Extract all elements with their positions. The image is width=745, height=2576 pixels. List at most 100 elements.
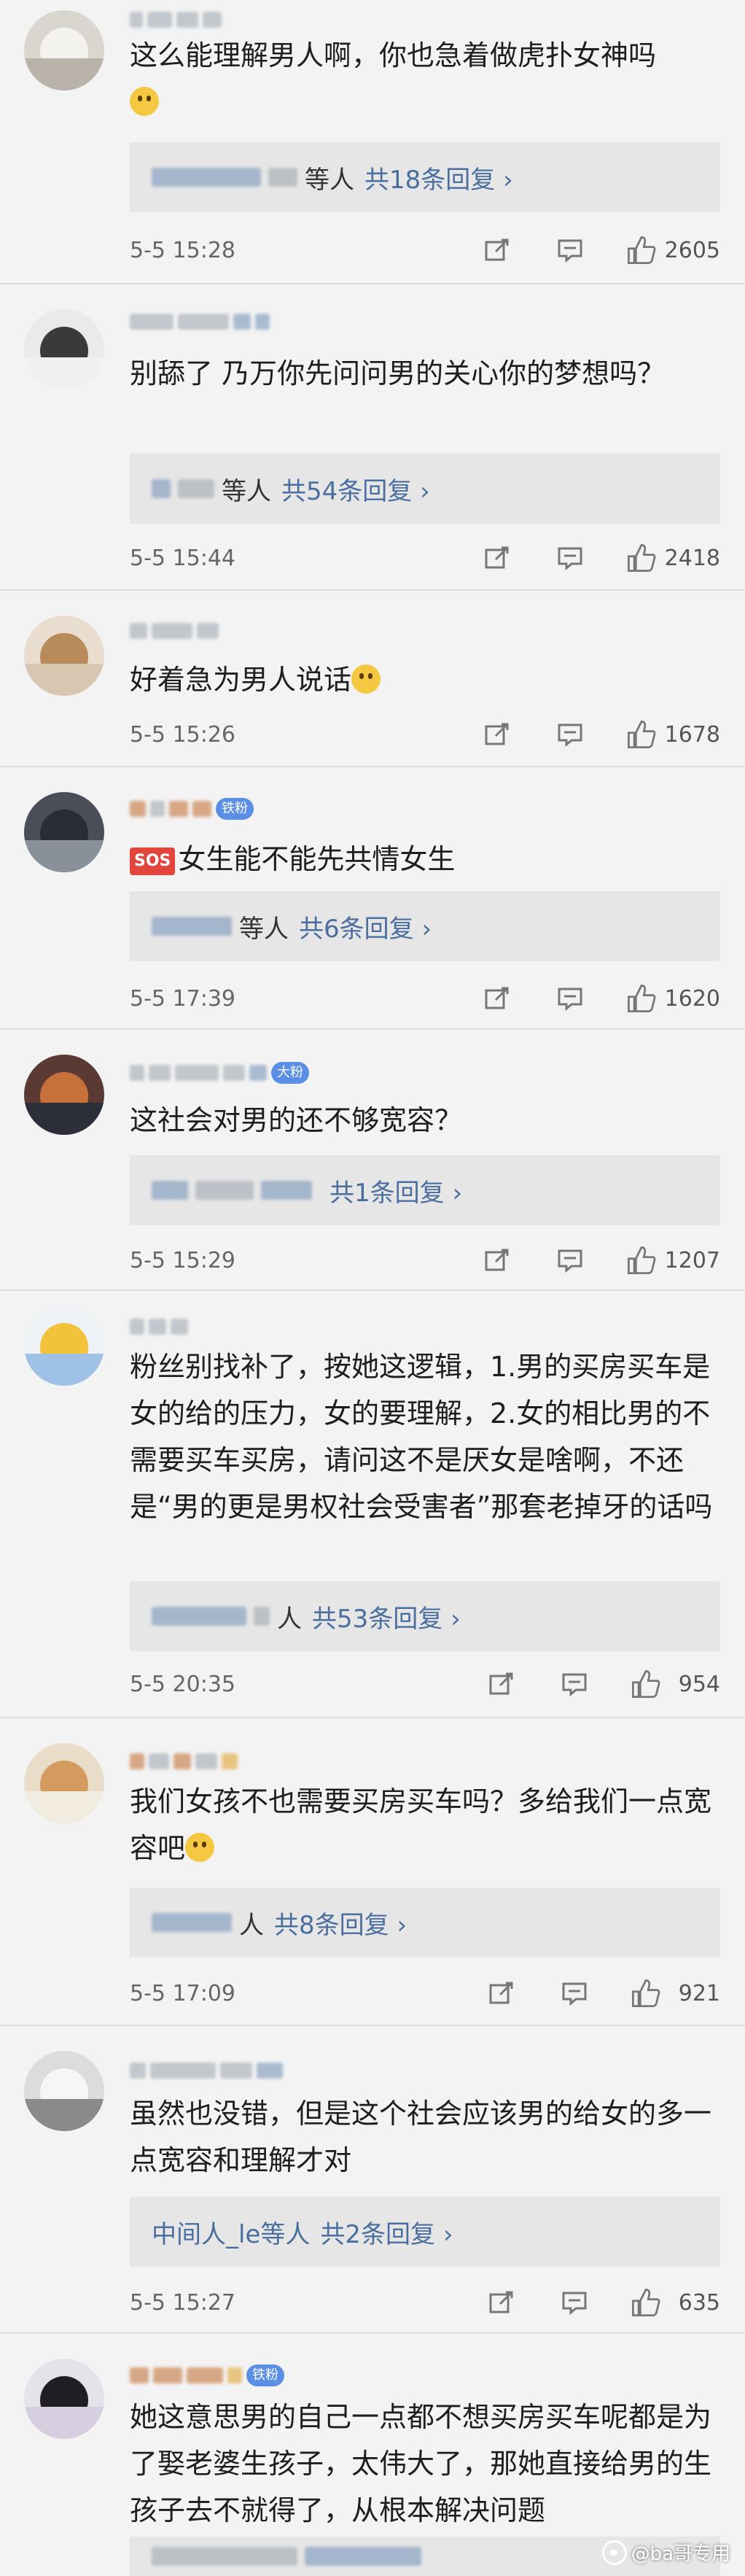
comment-text: 这么能理解男人啊，你也急着做虎扑女神吗 <box>130 32 728 125</box>
thumbs-up-icon <box>632 1979 660 2007</box>
comment-meta: 5-5 15:29 1207 <box>130 1242 720 1279</box>
reply-count-link[interactable]: 共6条回复 <box>299 909 432 944</box>
comment-meta: 5-5 15:26 1678 <box>130 716 720 753</box>
timestamp: 5-5 15:29 <box>130 1247 235 1273</box>
like-button[interactable]: 2605 <box>625 234 720 266</box>
username[interactable] <box>130 621 219 640</box>
comment-meta: 5-5 15:27 635 <box>130 2284 720 2321</box>
comment-text: 我们女孩不也需要买房买车吗？多给我们一点宽容吧 <box>130 1785 712 1864</box>
comment-meta: 5-5 17:09 921 <box>130 1975 720 2011</box>
reply-preview[interactable]: 等人 共54条回复 <box>130 454 720 524</box>
username[interactable] <box>130 1752 238 1771</box>
avatar[interactable] <box>24 1055 104 1135</box>
smile-emoji-icon <box>351 664 381 694</box>
avatar[interactable] <box>24 2359 104 2439</box>
divider <box>0 766 745 767</box>
repost-icon[interactable] <box>484 2285 519 2320</box>
divider <box>0 1028 745 1030</box>
reply-preview[interactable]: 人共53条回复 <box>130 1581 720 1651</box>
reply-count-link[interactable]: 共54条回复 <box>281 471 430 507</box>
reply-users: 等人 <box>222 476 271 506</box>
reply-preview[interactable]: 等人 共6条回复 <box>130 891 720 961</box>
thumbs-up-icon <box>627 985 656 1012</box>
pleading-emoji-icon <box>185 1833 215 1862</box>
comment-icon[interactable] <box>557 1667 592 1702</box>
username[interactable] <box>130 312 270 331</box>
reply-users: 人 <box>277 1604 302 1634</box>
like-count: 1207 <box>664 1247 720 1273</box>
like-count: 954 <box>678 1671 720 1697</box>
username[interactable]: 铁粉 <box>130 798 254 820</box>
fan-badge: 铁粉 <box>246 2364 284 2386</box>
repost-icon[interactable] <box>480 717 515 752</box>
watermark: @ba哥专用 <box>601 2539 730 2566</box>
reply-preview[interactable]: 共1条回复 <box>130 1155 720 1225</box>
timestamp: 5-5 17:09 <box>130 1980 235 2006</box>
repost-icon[interactable] <box>484 1976 519 2011</box>
username[interactable] <box>130 10 222 29</box>
repost-icon[interactable] <box>480 233 515 268</box>
divider <box>0 2025 745 2026</box>
username[interactable] <box>130 2061 283 2080</box>
repost-icon[interactable] <box>480 1243 515 1278</box>
comment-icon[interactable] <box>557 2285 592 2320</box>
like-button[interactable]: 921 <box>630 1977 720 2009</box>
divider <box>0 1289 745 1291</box>
avatar[interactable] <box>24 792 104 872</box>
comment-icon[interactable] <box>553 540 588 575</box>
timestamp: 5-5 15:26 <box>130 721 235 748</box>
timestamp: 5-5 15:44 <box>130 545 235 571</box>
reply-count-link[interactable]: 共1条回复 <box>329 1173 462 1209</box>
fan-badge: 大粉 <box>271 1062 309 1084</box>
like-count: 921 <box>678 1980 720 2006</box>
like-button[interactable]: 1207 <box>625 1244 720 1276</box>
like-count: 635 <box>678 2289 720 2316</box>
thumbs-up-icon <box>627 721 656 748</box>
face-emoji-icon <box>130 87 159 116</box>
repost-icon[interactable] <box>480 540 515 575</box>
reply-count-link[interactable]: 共2条回复 <box>320 2214 453 2250</box>
avatar[interactable] <box>24 616 104 696</box>
divider <box>0 1717 745 1718</box>
avatar[interactable] <box>24 1306 104 1386</box>
comment-icon[interactable] <box>553 1243 588 1278</box>
avatar[interactable] <box>24 2051 104 2131</box>
divider <box>0 2332 745 2334</box>
comment-text: 她这意思男的自己一点都不想买房买车呢都是为了娶老婆生孩子，太伟大了，那她直接给男… <box>130 2401 712 2526</box>
like-button[interactable]: 1620 <box>625 982 720 1015</box>
username[interactable] <box>130 1317 188 1336</box>
reply-users: 等人 <box>239 914 289 944</box>
username[interactable]: 大粉 <box>130 1062 309 1084</box>
repost-icon[interactable] <box>480 981 515 1016</box>
username[interactable]: 铁粉 <box>130 2364 284 2386</box>
timestamp: 5-5 15:27 <box>130 2289 235 2316</box>
like-button[interactable]: 1678 <box>625 718 720 750</box>
comment-text: 虽然也没错，但是这个社会应该男的给女的多一点宽容和理解才对 <box>130 2098 712 2176</box>
comment-icon[interactable] <box>553 233 588 268</box>
comment-icon[interactable] <box>557 1976 592 2011</box>
reply-count-link[interactable]: 共53条回复 <box>312 1599 461 1634</box>
comment-text: SOS 女生能不能先共情女生 <box>130 836 728 882</box>
avatar[interactable] <box>24 309 104 389</box>
avatar[interactable] <box>24 1743 104 1823</box>
like-button[interactable]: 2418 <box>625 542 720 574</box>
reply-preview[interactable]: 人共8条回复 <box>130 1888 720 1958</box>
repost-icon[interactable] <box>484 1667 519 1702</box>
comment-meta: 5-5 15:44 2418 <box>130 540 720 576</box>
reply-count-link[interactable]: 共8条回复 <box>274 1905 407 1941</box>
avatar[interactable] <box>24 10 104 90</box>
comment-meta: 5-5 15:28 2605 <box>130 232 720 268</box>
thumbs-up-icon <box>627 544 656 572</box>
thumbs-up-icon <box>632 1670 660 1698</box>
reply-preview[interactable]: 中间人_le等人 共2条回复 <box>130 2197 720 2267</box>
sos-icon: SOS <box>130 847 176 875</box>
like-button[interactable]: 635 <box>630 2286 720 2319</box>
reply-count-link[interactable]: 共18条回复 <box>364 160 513 195</box>
reply-preview[interactable]: 等人 共18条回复 <box>130 142 720 212</box>
timestamp: 5-5 15:28 <box>130 237 235 263</box>
comment-icon[interactable] <box>553 717 588 752</box>
comment-icon[interactable] <box>553 981 588 1016</box>
like-button[interactable]: 954 <box>630 1668 720 1700</box>
comment-text: 粉丝别找补了，按她这逻辑，1.男的买房买车是女的给的压力，女的要理解，2.女的相… <box>130 1351 713 1523</box>
reply-users[interactable]: 中间人_le等人 <box>152 2214 310 2250</box>
